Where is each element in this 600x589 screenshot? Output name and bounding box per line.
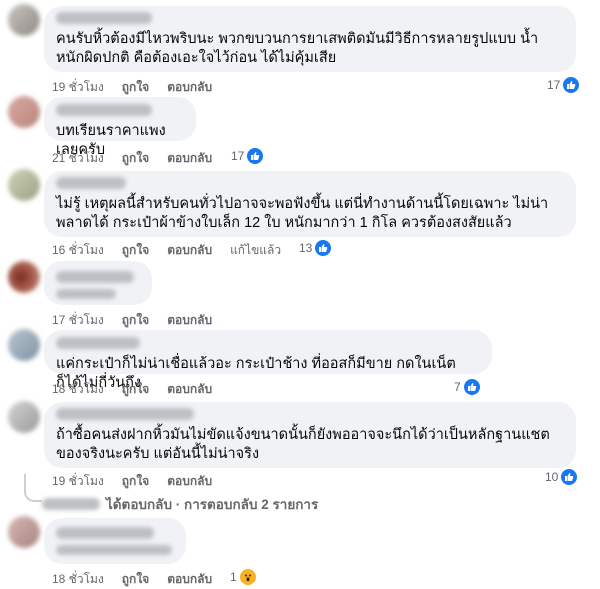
comment-meta: 19 ชั่วโมง ถูกใจ ตอบกลับ: [52, 78, 212, 97]
comment-meta: 18 ชั่วโมง ถูกใจ ตอบกลับ: [52, 380, 212, 399]
avatar[interactable]: [8, 169, 40, 201]
comment-meta: 17 ชั่วโมง ถูกใจ ตอบกลับ: [52, 311, 212, 330]
view-replies-link[interactable]: ได้ตอบกลับ · การตอบกลับ 2 รายการ: [42, 493, 318, 515]
reply-button[interactable]: ตอบกลับ: [167, 78, 212, 97]
comment-text: [56, 289, 116, 299]
like-icon: [563, 77, 580, 93]
like-button[interactable]: ถูกใจ: [122, 472, 149, 491]
timestamp[interactable]: 18 ชั่วโมง: [52, 380, 104, 399]
comment-bubble: คนรับหิ้วต้องมีไหวพริบนะ พวกขบวนการยาเสพ…: [44, 6, 576, 72]
comment-bubble: ถ้าซื้อคนส่งฝากหิ้วมันไม่ขัดแจ้งขนาดนั้น…: [44, 402, 576, 468]
like-icon: [247, 148, 264, 164]
like-icon: [315, 240, 332, 256]
timestamp[interactable]: 18 ชั่วโมง: [52, 570, 104, 589]
comment-meta: 19 ชั่วโมง ถูกใจ ตอบกลับ: [52, 472, 212, 491]
reaction-count: 1: [230, 570, 237, 584]
commenter-name[interactable]: [56, 408, 194, 420]
reply-button[interactable]: ตอบกลับ: [167, 472, 212, 491]
like-button[interactable]: ถูกใจ: [122, 241, 149, 260]
comment-text: [56, 545, 172, 555]
comment-bubble: บทเรียนราคาแพงเลยครับ: [44, 97, 196, 158]
reply-button[interactable]: ตอบกลับ: [167, 380, 212, 399]
like-button[interactable]: ถูกใจ: [122, 78, 149, 97]
comment-meta: 18 ชั่วโมง ถูกใจ ตอบกลับ: [52, 570, 212, 589]
timestamp[interactable]: 19 ชั่วโมง: [52, 472, 104, 491]
reaction-count: 13: [299, 241, 313, 255]
avatar[interactable]: [8, 4, 40, 36]
timestamp[interactable]: 17 ชั่วโมง: [52, 311, 104, 330]
like-icon: [463, 379, 480, 395]
like-button[interactable]: ถูกใจ: [122, 380, 149, 399]
replies-summary: ได้ตอบกลับ · การตอบกลับ 2 รายการ: [106, 497, 319, 512]
comment-text: ถ้าซื้อคนส่งฝากหิ้วมันไม่ขัดแจ้งขนาดนั้น…: [56, 427, 550, 462]
thread-connector: [24, 474, 42, 502]
avatar[interactable]: [8, 261, 40, 293]
comment-bubble: [44, 518, 186, 564]
reaction-count: 17: [547, 78, 561, 92]
edited-label: แก้ไขแล้ว: [230, 243, 282, 257]
reaction-count: 10: [545, 470, 559, 484]
reaction-summary[interactable]: 1: [226, 568, 258, 586]
like-button[interactable]: ถูกใจ: [122, 311, 149, 330]
comment-text: คนรับหิ้วต้องมีไหวพริบนะ พวกขบวนการยาเสพ…: [56, 31, 539, 66]
replier-name: [42, 498, 100, 510]
avatar[interactable]: [8, 96, 40, 128]
reaction-count: 17: [231, 149, 245, 163]
commenter-name[interactable]: [56, 337, 140, 349]
reply-button[interactable]: ตอบกลับ: [167, 241, 212, 260]
avatar[interactable]: [8, 401, 40, 433]
commenter-name[interactable]: [56, 527, 154, 539]
commenter-name[interactable]: [56, 104, 152, 116]
avatar[interactable]: [8, 329, 40, 361]
comment-meta: 21 ชั่วโมง ถูกใจ ตอบกลับ: [52, 149, 212, 168]
comment-bubble: ไม่รู้ เหตุผลนี้สำหรับคนทั่วไปอาจจะพอฟัง…: [44, 171, 576, 237]
commenter-name[interactable]: [56, 12, 152, 24]
like-button[interactable]: ถูกใจ: [122, 570, 149, 589]
timestamp[interactable]: 16 ชั่วโมง: [52, 241, 104, 260]
comment-bubble: แค่กระเป๋าก็ไม่น่าเชื่อแล้วอะ กระเป๋าช้า…: [44, 330, 492, 391]
reaction-summary[interactable]: 13: [295, 239, 334, 257]
reply-button[interactable]: ตอบกลับ: [167, 149, 212, 168]
reaction-summary[interactable]: 17: [543, 76, 582, 94]
like-button[interactable]: ถูกใจ: [122, 149, 149, 168]
reply-button[interactable]: ตอบกลับ: [167, 570, 212, 589]
timestamp[interactable]: 19 ชั่วโมง: [52, 78, 104, 97]
reaction-summary[interactable]: 10: [541, 468, 580, 486]
reaction-count: 7: [454, 380, 461, 394]
comment-text: ไม่รู้ เหตุผลนี้สำหรับคนทั่วไปอาจจะพอฟัง…: [56, 196, 549, 231]
reaction-summary[interactable]: 7: [450, 378, 482, 396]
reaction-summary[interactable]: 17: [227, 147, 266, 165]
comment-meta: 16 ชั่วโมง ถูกใจ ตอบกลับ แก้ไขแล้ว: [52, 241, 281, 260]
wow-icon: [239, 569, 256, 585]
like-icon: [561, 469, 578, 485]
reply-button[interactable]: ตอบกลับ: [167, 311, 212, 330]
timestamp[interactable]: 21 ชั่วโมง: [52, 149, 104, 168]
commenter-name[interactable]: [56, 177, 126, 189]
commenter-name[interactable]: [56, 271, 134, 283]
comment-bubble: [44, 261, 152, 305]
avatar[interactable]: [8, 516, 40, 548]
